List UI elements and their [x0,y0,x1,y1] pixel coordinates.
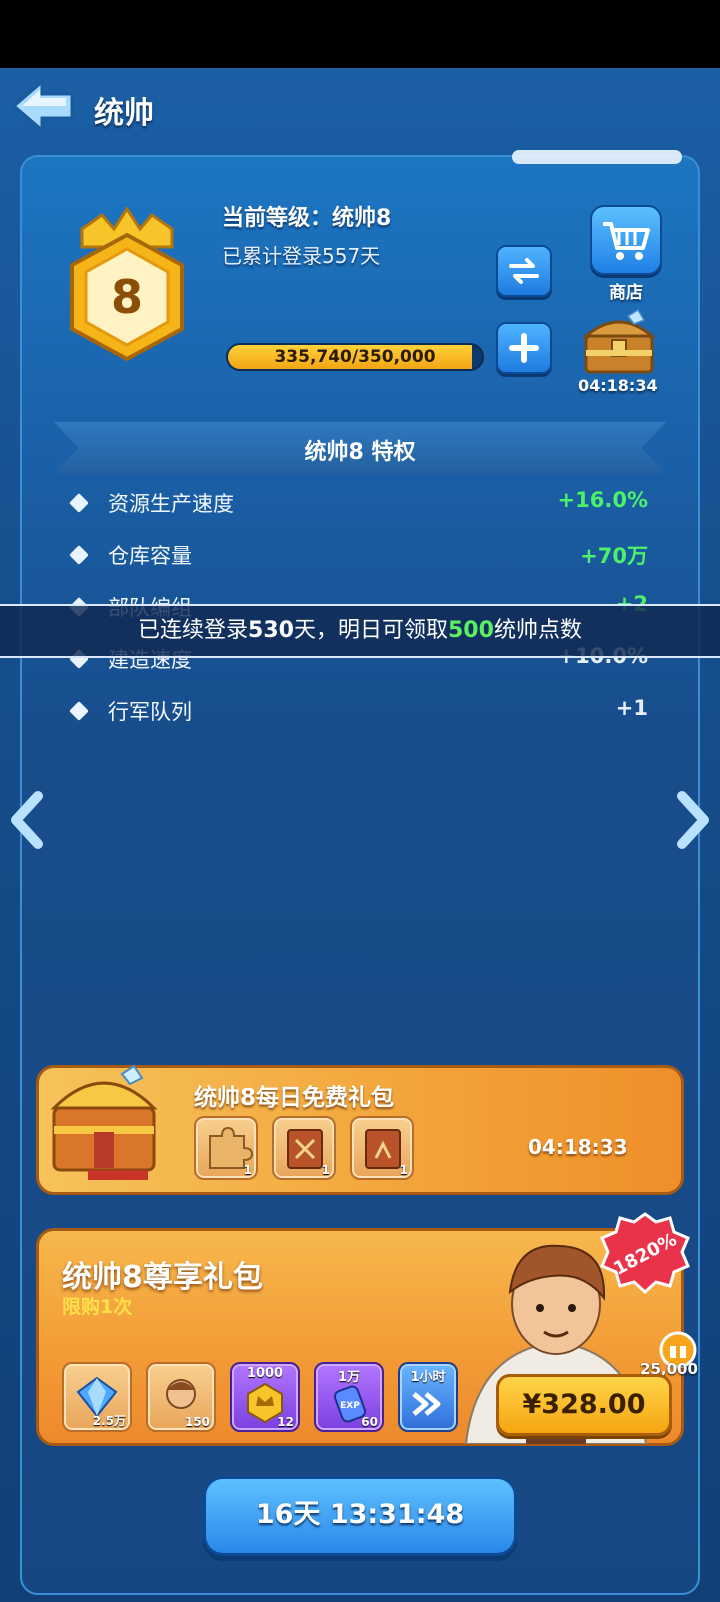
item-amount: 1小时 [410,1370,446,1385]
swap-button[interactable] [496,245,552,297]
diamond-icon[interactable]: 2.5万 [62,1362,132,1432]
plus-icon [509,333,539,363]
perk-row: 资源生产速度 +16.0% [68,486,648,520]
buy-button[interactable]: ¥328.00 [496,1374,672,1436]
perk-name: 资源生产速度 [108,492,234,516]
item-amount: 1万 [337,1370,361,1385]
toast-text: 统帅点数 [493,618,582,643]
event-timer-button[interactable]: 16天 13:31:48 [203,1476,517,1556]
snow-decoration [512,150,682,164]
daily-pack-timer: 04:18:33 [528,1135,628,1159]
current-level-text: 当前等级：统帅8 [222,206,392,231]
page-title: 统帅 [94,96,154,131]
treasure-chest-icon[interactable] [578,306,660,376]
add-xp-button[interactable] [496,322,552,374]
exp-potion-icon[interactable]: 1万 EXP 60 [314,1362,384,1432]
item-count: 1 [399,1163,408,1177]
puzzle-piece-icon[interactable]: 1 [194,1116,258,1180]
xp-progress-text: 335,740/350,000 [274,347,436,367]
speedup-icon[interactable]: 1小时 [398,1362,458,1432]
daily-pack-title: 统帅8每日免费礼包 [194,1085,395,1111]
item-amount: 1000 [246,1366,284,1381]
perk-value: +1 [615,696,648,720]
next-level-arrow-icon[interactable] [672,790,712,850]
toast-text: 已连续登录 [138,618,249,643]
book-swords-icon[interactable]: 1 [272,1116,336,1180]
diamond-bullet-icon [69,493,89,513]
diamond-bullet-icon [69,545,89,565]
toast-text: 天，明日可领取 [293,618,448,643]
total-login-text: 已累计登录557天 [222,244,381,268]
item-count: 1 [243,1163,252,1177]
login-streak-toast: 已连续登录530天，明日可领取500统帅点数 [0,604,720,658]
item-count: 2.5万 [92,1414,126,1428]
perk-name: 仓库容量 [108,544,192,568]
diamond-bullet-icon [69,701,89,721]
xp-progress-bar: 335,740/350,000 [226,343,484,371]
toast-points: 500 [448,618,494,643]
shop-button[interactable] [590,205,662,275]
item-count: 1 [321,1163,330,1177]
svg-text:EXP: EXP [340,1401,360,1411]
chest-timer: 04:18:34 [578,376,658,395]
swap-arrows-icon [509,258,539,284]
exclusive-pack-title: 统帅8尊享礼包 [62,1260,263,1295]
perk-value: +70万 [580,544,648,568]
item-count: 60 [361,1415,378,1429]
perk-name: 行军队列 [108,700,192,724]
perk-value: +16.0% [557,488,648,512]
golden-chest-icon [44,1048,164,1188]
prev-level-arrow-icon[interactable] [8,790,48,850]
gold-crown-token-icon[interactable]: 1000 12 [230,1362,300,1432]
badge-number: 8 [111,270,143,324]
value-percent-badge: 1820% [600,1212,690,1295]
item-count: 150 [184,1415,210,1429]
purchase-limit: 限购1次 [62,1296,133,1318]
back-arrow-icon[interactable] [10,78,76,134]
hero-fragment-icon[interactable]: 150 [146,1362,216,1432]
item-count: 12 [277,1415,294,1429]
shop-label: 商店 [609,283,643,303]
level-badge: 8 [62,206,192,372]
perk-row: 仓库容量 +70万 [68,538,648,572]
shopping-cart-icon [603,222,650,260]
status-bar [0,0,720,68]
perk-row: 行军队列 +1 [68,694,648,728]
book-flag-icon[interactable]: 1 [350,1116,414,1180]
privilege-title: 统帅8 特权 [304,440,416,465]
toast-days: 530 [248,618,294,643]
